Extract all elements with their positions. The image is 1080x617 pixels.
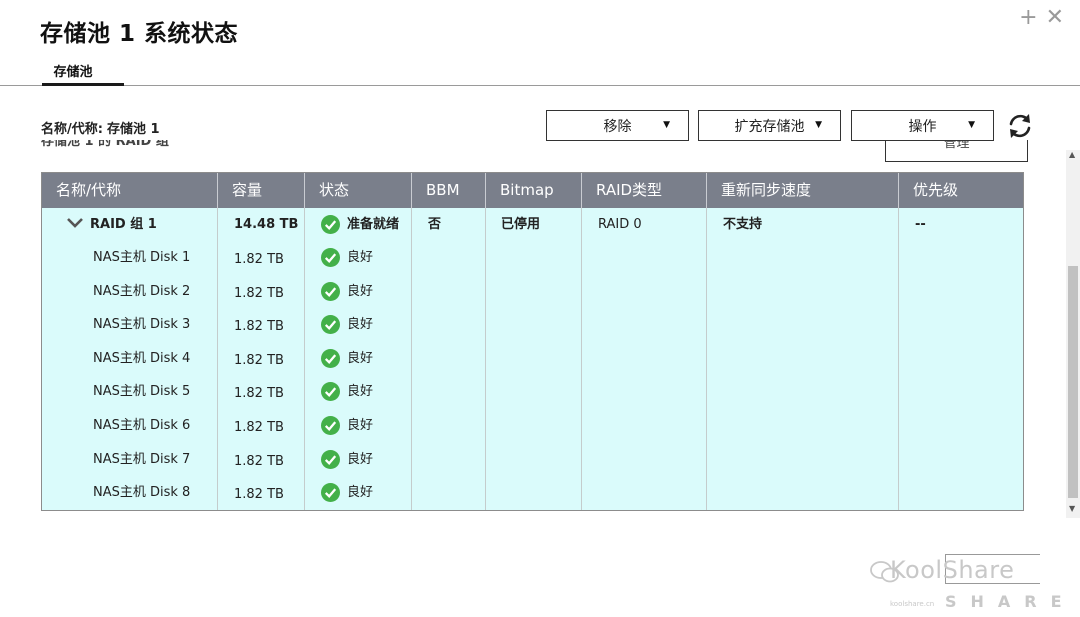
raid-group-section-label: 存储池 1 的 RAID 组 (41, 140, 169, 149)
disk-capacity: 1.82 TB (234, 286, 284, 301)
column-header-capacity[interactable]: 容量 (218, 173, 304, 208)
disk-name: NAS主机 Disk 1 (93, 250, 191, 265)
disk-status: 良好 (321, 476, 373, 509)
manage-button[interactable]: 管理 (885, 140, 1028, 162)
column-header-name[interactable]: 名称/代称 (42, 173, 217, 208)
check-circle-icon (321, 315, 340, 334)
column-header-status[interactable]: 状态 (305, 173, 411, 208)
raid-group-name: RAID 组 1 (90, 217, 157, 232)
disk-status: 良好 (321, 308, 373, 341)
disk-name: NAS主机 Disk 7 (93, 452, 191, 467)
raid-group-bitmap: 已停用 (501, 217, 541, 232)
raid-group-raid-type: RAID 0 (598, 217, 642, 232)
caret-down-icon: ▼ (815, 120, 822, 130)
check-circle-icon (321, 248, 340, 267)
chevron-down-icon[interactable] (66, 217, 84, 229)
disk-capacity: 1.82 TB (234, 386, 284, 401)
raid-group-name-cell: RAID 组 1 (66, 208, 216, 241)
raid-group-capacity: 14.48 TB (234, 217, 299, 232)
column-header-raid-type[interactable]: RAID类型 (582, 173, 706, 208)
close-icon[interactable]: ✕ (1046, 6, 1064, 30)
raid-group-priority: -- (915, 217, 926, 232)
expand-pool-dropdown[interactable]: 扩充存储池 ▼ (698, 110, 841, 141)
raid-group-bbm: 否 (428, 217, 442, 232)
vertical-scrollbar[interactable]: ▲ ▼ (1066, 150, 1080, 518)
check-circle-icon (321, 450, 340, 469)
table-header: 名称/代称 容量 状态 BBM Bitmap RAID类型 重新同步速度 优先级 (42, 173, 1023, 208)
caret-down-icon: ▼ (968, 120, 975, 130)
scroll-up-icon[interactable]: ▲ (1069, 150, 1075, 159)
table-row[interactable]: NAS主机 Disk 7 1.82 TB 良好 (42, 443, 1023, 476)
watermark: KoolShare (870, 556, 1014, 584)
disk-capacity: 1.82 TB (234, 420, 284, 435)
check-circle-icon (321, 382, 340, 401)
raid-group-table: 名称/代称 容量 状态 BBM Bitmap RAID类型 重新同步速度 优先级… (41, 172, 1024, 511)
remove-dropdown-label: 移除 (603, 118, 632, 135)
disk-capacity: 1.82 TB (234, 353, 284, 368)
caret-down-icon: ▼ (663, 120, 670, 130)
tab-storage-pool[interactable]: 存储池 (42, 65, 124, 86)
column-header-bbm[interactable]: BBM (412, 173, 485, 208)
table-row[interactable]: NAS主机 Disk 4 1.82 TB 良好 (42, 342, 1023, 375)
window-controls: + ✕ (1019, 6, 1064, 30)
disk-capacity: 1.82 TB (234, 487, 284, 502)
column-header-resync-speed[interactable]: 重新同步速度 (707, 173, 898, 208)
table-row[interactable]: NAS主机 Disk 6 1.82 TB 良好 (42, 409, 1023, 442)
disk-name: NAS主机 Disk 2 (93, 284, 191, 299)
disk-status: 良好 (321, 443, 373, 476)
disk-capacity: 1.82 TB (234, 252, 284, 267)
disk-name: NAS主机 Disk 4 (93, 351, 191, 366)
tab-bar: 存储池 (0, 60, 1080, 86)
refresh-icon[interactable] (1005, 111, 1035, 141)
raid-group-row[interactable]: RAID 组 1 14.48 TB 准备就绪 否 已停用 RAID 0 不支持 … (42, 208, 1023, 241)
table-row[interactable]: NAS主机 Disk 3 1.82 TB 良好 (42, 308, 1023, 341)
disk-status: 良好 (321, 409, 373, 442)
action-dropdown-label: 操作 (908, 118, 937, 135)
disk-status: 良好 (321, 275, 373, 308)
check-circle-icon (321, 282, 340, 301)
table-row[interactable]: NAS主机 Disk 1 1.82 TB 良好 (42, 241, 1023, 274)
disk-capacity: 1.82 TB (234, 319, 284, 334)
disk-name: NAS主机 Disk 3 (93, 317, 191, 332)
action-dropdown[interactable]: 操作 ▼ (851, 110, 994, 141)
column-header-bitmap[interactable]: Bitmap (486, 173, 581, 208)
check-circle-icon (321, 215, 340, 234)
disk-capacity: 1.82 TB (234, 454, 284, 469)
table-row[interactable]: NAS主机 Disk 2 1.82 TB 良好 (42, 275, 1023, 308)
pool-name-line: 名称/代称: 存储池 1 (41, 118, 160, 137)
raid-group-status: 准备就绪 (321, 208, 399, 241)
watermark-share: SHARE (945, 592, 1076, 611)
expand-pool-dropdown-label: 扩充存储池 (734, 118, 805, 135)
disk-status: 良好 (321, 241, 373, 274)
raid-group-resync-speed: 不支持 (723, 217, 763, 232)
add-icon[interactable]: + (1019, 6, 1037, 30)
check-circle-icon (321, 349, 340, 368)
disk-name: NAS主机 Disk 5 (93, 384, 191, 399)
table-row[interactable]: NAS主机 Disk 5 1.82 TB 良好 (42, 375, 1023, 408)
watermark-domain: koolshare.cn (890, 600, 935, 608)
pool-name-label: 名称/代称: (41, 122, 103, 137)
pool-name-value: 存储池 1 (106, 122, 160, 137)
window-title: 存储池 1 系统状态 (40, 21, 239, 47)
check-circle-icon (321, 416, 340, 435)
remove-dropdown[interactable]: 移除 ▼ (546, 110, 689, 141)
table-row[interactable]: NAS主机 Disk 8 1.82 TB 良好 (42, 476, 1023, 509)
column-header-priority[interactable]: 优先级 (899, 173, 1023, 208)
scroll-down-icon[interactable]: ▼ (1069, 504, 1075, 513)
scrollbar-thumb[interactable] (1068, 266, 1078, 498)
disk-name: NAS主机 Disk 6 (93, 418, 191, 433)
disk-status: 良好 (321, 342, 373, 375)
check-circle-icon (321, 483, 340, 502)
disk-name: NAS主机 Disk 8 (93, 485, 191, 500)
disk-status: 良好 (321, 375, 373, 408)
